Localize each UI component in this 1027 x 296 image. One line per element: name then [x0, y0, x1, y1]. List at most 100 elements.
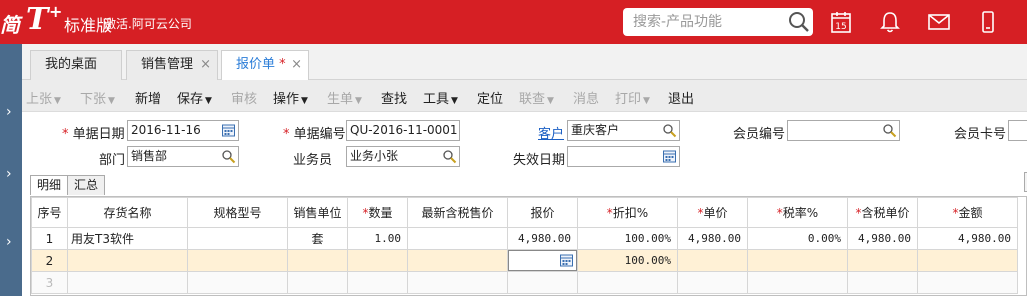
cell-unit[interactable] — [287, 249, 348, 272]
cell-qty[interactable] — [347, 271, 408, 294]
col-header-latest-price[interactable]: 最新含税售价 — [407, 197, 508, 228]
message-button[interactable]: 消息 — [573, 88, 599, 107]
cell-tax-rate[interactable] — [747, 271, 848, 294]
cell-no: 3 — [31, 271, 68, 294]
new-button[interactable]: 新增 — [135, 88, 161, 107]
cell-price[interactable]: 4,980.00 — [677, 227, 748, 250]
cell-discount[interactable]: 100.00% — [577, 249, 678, 272]
cell-tax-rate[interactable]: 0.00% — [747, 227, 848, 250]
salesman-field[interactable]: 业务小张 — [346, 146, 460, 167]
col-header-no[interactable]: 序号 — [31, 197, 68, 228]
cell-quote[interactable] — [507, 271, 578, 294]
expire-date-label: 失效日期 — [513, 153, 566, 168]
detail-grid: 序号 存货名称 规格型号 销售单位 *数量 最新含税售价 报价 *折扣% *单价… — [30, 196, 1027, 296]
search-icon[interactable] — [662, 123, 677, 138]
doc-date-field[interactable]: 2016-11-16 — [127, 120, 239, 141]
tools-button[interactable]: 工具 ▼ — [423, 88, 458, 107]
cell-price[interactable] — [677, 249, 748, 272]
customer-field[interactable]: 重庆客户 — [567, 120, 680, 141]
col-header-amount[interactable]: *金额 — [917, 197, 1018, 228]
col-header-discount[interactable]: *折扣% — [577, 197, 678, 228]
mail-icon[interactable] — [926, 9, 952, 35]
cell-quote[interactable]: 4,980.00 — [507, 227, 578, 250]
tab-quotation[interactable]: 报价单 * × — [221, 50, 309, 81]
mobile-icon[interactable] — [975, 9, 1001, 35]
calendar-icon[interactable] — [221, 123, 236, 138]
cell-quote-editing[interactable] — [507, 249, 578, 272]
col-header-name[interactable]: 存货名称 — [67, 197, 188, 228]
cell-tax-price[interactable] — [847, 249, 918, 272]
linked-query-button[interactable]: 联查 ▼ — [519, 88, 554, 107]
cell-discount[interactable] — [577, 271, 678, 294]
table-row[interactable]: 3 — [31, 271, 1018, 294]
locate-button[interactable]: 定位 — [477, 88, 503, 107]
chevron-right-icon[interactable]: › — [6, 104, 12, 120]
save-button[interactable]: 保存 ▼ — [177, 88, 212, 107]
tab-desktop[interactable]: 我的桌面 — [30, 50, 122, 80]
col-header-unit[interactable]: 销售单位 — [287, 197, 348, 228]
cell-name[interactable] — [67, 271, 188, 294]
cell-amount[interactable] — [917, 249, 1018, 272]
col-header-tax-price[interactable]: *含税单价 — [847, 197, 918, 228]
member-no-field[interactable] — [787, 120, 900, 141]
calculator-icon[interactable] — [559, 253, 574, 268]
audit-button[interactable]: 审核 — [231, 88, 257, 107]
generate-button[interactable]: 生单 ▼ — [327, 88, 362, 107]
cell-name[interactable] — [67, 249, 188, 272]
cell-latest-price[interactable] — [407, 227, 508, 250]
cell-name[interactable]: 用友T3软件 — [67, 227, 188, 250]
col-header-tax-rate[interactable]: *税率% — [747, 197, 848, 228]
next-button[interactable]: 下张 ▼ — [80, 88, 115, 107]
col-header-spec[interactable]: 规格型号 — [187, 197, 288, 228]
prev-button[interactable]: 上张 ▼ — [26, 88, 61, 107]
calendar-icon[interactable]: 15 — [828, 9, 854, 35]
col-header-price[interactable]: *单价 — [677, 197, 748, 228]
company-name[interactable]: 激活.阿可云公司 — [104, 15, 192, 32]
table-row[interactable]: 2 100.00% — [31, 249, 1018, 272]
search-icon[interactable] — [442, 149, 457, 164]
cell-qty[interactable] — [347, 249, 408, 272]
customer-link[interactable]: 客户 — [538, 123, 564, 142]
chevron-right-icon[interactable]: › — [6, 234, 12, 250]
member-card-field[interactable] — [1008, 120, 1027, 141]
quote-editor-input[interactable] — [508, 250, 577, 271]
exit-button[interactable]: 退出 — [668, 88, 694, 107]
cell-spec[interactable] — [187, 249, 288, 272]
cell-spec[interactable] — [187, 271, 288, 294]
search-icon[interactable] — [221, 149, 236, 164]
search-input[interactable] — [633, 12, 783, 32]
dept-field[interactable]: 销售部 — [127, 146, 239, 167]
cell-price[interactable] — [677, 271, 748, 294]
search-icon[interactable] — [882, 123, 897, 138]
search-box[interactable] — [623, 8, 813, 36]
cell-amount[interactable]: 4,980.00 — [917, 227, 1018, 250]
search-icon[interactable] — [787, 10, 811, 34]
cell-tax-price[interactable]: 4,980.00 — [847, 227, 918, 250]
expire-date-field[interactable] — [567, 146, 680, 167]
close-icon[interactable]: × — [200, 51, 211, 79]
doc-no-field[interactable]: QU-2016-11-0001 — [346, 120, 460, 141]
table-row[interactable]: 1 用友T3软件 套 1.00 4,980.00 100.00% 4,980.0… — [31, 227, 1018, 250]
tab-summary[interactable]: 汇总 — [67, 175, 106, 195]
cell-tax-price[interactable] — [847, 271, 918, 294]
cell-unit[interactable]: 套 — [287, 227, 348, 250]
tab-details[interactable]: 明细 — [30, 175, 69, 195]
bell-icon[interactable] — [877, 9, 903, 35]
cell-tax-rate[interactable] — [747, 249, 848, 272]
cell-latest-price[interactable] — [407, 271, 508, 294]
find-button[interactable]: 查找 — [381, 88, 407, 107]
close-icon[interactable]: × — [291, 51, 302, 79]
cell-discount[interactable]: 100.00% — [577, 227, 678, 250]
col-header-qty[interactable]: *数量 — [347, 197, 408, 228]
cell-qty[interactable]: 1.00 — [347, 227, 408, 250]
cell-unit[interactable] — [287, 271, 348, 294]
chevron-right-icon[interactable]: › — [6, 166, 12, 182]
calendar-icon[interactable] — [662, 149, 677, 164]
cell-latest-price[interactable] — [407, 249, 508, 272]
tab-sales-management[interactable]: 销售管理 × — [126, 50, 218, 80]
col-header-quote[interactable]: 报价 — [507, 197, 578, 228]
operate-button[interactable]: 操作 ▼ — [273, 88, 308, 107]
print-button[interactable]: 打印 ▼ — [615, 88, 650, 107]
cell-amount[interactable] — [917, 271, 1018, 294]
cell-spec[interactable] — [187, 227, 288, 250]
